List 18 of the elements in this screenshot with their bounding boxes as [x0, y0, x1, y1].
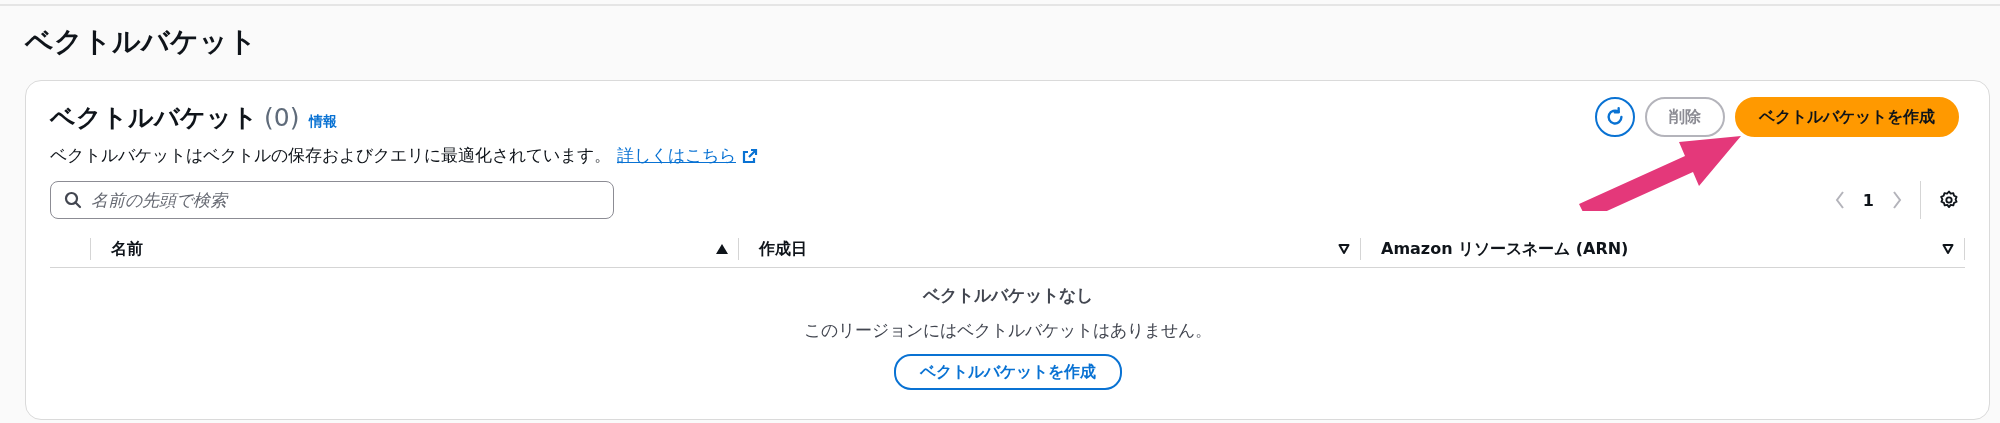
external-link-icon: [742, 147, 758, 164]
page-title: ベクトルバケット: [25, 24, 258, 60]
panel-description: ベクトルバケットはベクトルの保存およびクエリに最適化されています。: [50, 144, 611, 167]
learn-more-link[interactable]: 詳しくはこちら: [617, 144, 736, 167]
panel-title: ベクトルバケット: [50, 102, 258, 134]
refresh-button[interactable]: [1595, 97, 1635, 137]
info-link[interactable]: 情報: [309, 113, 338, 131]
item-count: (0): [264, 103, 300, 132]
column-header[interactable]: Amazon リソースネーム (ARN): [1381, 238, 1629, 260]
column-header[interactable]: 作成日: [759, 238, 807, 260]
column-header[interactable]: 名前: [111, 238, 143, 260]
settings-icon[interactable]: [1939, 190, 1959, 210]
create-button[interactable]: ベクトルバケットを作成: [893, 354, 1122, 390]
empty-state-title: ベクトルバケットなし: [922, 284, 1093, 307]
page-number[interactable]: 1: [1862, 190, 1874, 210]
search-field[interactable]: 名前の先頭で検索: [50, 181, 614, 219]
create-button[interactable]: ベクトルバケットを作成: [1735, 97, 1959, 137]
empty-state-message: このリージョンにはベクトルバケットはありません。: [803, 319, 1212, 342]
